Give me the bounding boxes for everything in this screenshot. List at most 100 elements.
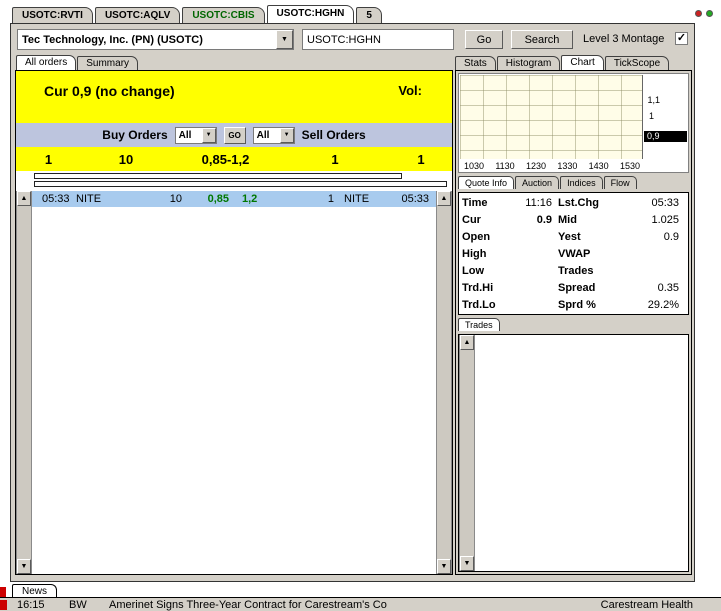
quote-label: Yest bbox=[558, 230, 581, 243]
level3-montage-label: Level 3 Montage bbox=[583, 33, 665, 45]
trades-list-body bbox=[475, 335, 688, 571]
summary-row: 1 10 0,85-1,2 1 1 bbox=[16, 147, 452, 171]
buy-order-size: 10 bbox=[169, 193, 182, 205]
sell-order-time: 05:33 bbox=[401, 193, 429, 205]
workspace-tab-rvti[interactable]: USOTC:RVTI bbox=[12, 7, 93, 23]
workspace-tab-aqlv[interactable]: USOTC:AQLV bbox=[94, 7, 181, 23]
workspace-tab-cbis[interactable]: USOTC:CBIS bbox=[182, 7, 265, 23]
symbol-input[interactable] bbox=[302, 29, 454, 50]
toolbar: Tec Technology, Inc. (PN) (USOTC) ▼ Go S… bbox=[17, 29, 688, 51]
quote-label: VWAP bbox=[558, 247, 591, 260]
news-ticker[interactable]: 16:15 BW Amerinet Signs Three-Year Contr… bbox=[0, 597, 721, 611]
bid-price: 0,85 bbox=[207, 193, 229, 205]
quote-label: Trades bbox=[558, 264, 594, 277]
tab-summary[interactable]: Summary bbox=[77, 56, 139, 70]
buy-order-count: 1 bbox=[44, 151, 53, 167]
scroll-down-icon[interactable]: ▼ bbox=[460, 556, 474, 571]
buy-market-maker: NITE bbox=[76, 193, 102, 205]
quote-label: Sprd % bbox=[558, 298, 596, 311]
trades-tabs: Trades bbox=[458, 318, 689, 331]
status-indicator-red-icon bbox=[695, 10, 702, 17]
sell-order-count: 1 bbox=[417, 151, 425, 167]
tab-flow[interactable]: Flow bbox=[603, 176, 637, 189]
tab-auction[interactable]: Auction bbox=[515, 176, 560, 189]
buy-pressure-bar bbox=[34, 173, 402, 179]
montage-window: Tec Technology, Inc. (PN) (USOTC) ▼ Go S… bbox=[10, 23, 695, 582]
quote-value: 0.35 bbox=[657, 281, 679, 294]
quote-row: Low Trades bbox=[459, 262, 688, 279]
go-button[interactable]: Go bbox=[465, 30, 503, 49]
scroll-up-icon[interactable]: ▲ bbox=[460, 335, 474, 350]
order-book: ▲ ▼ 05:33 NITE 10 0,85 1,2 1 NITE 05:33 bbox=[16, 191, 452, 574]
chart-x-tick: 1230 bbox=[525, 161, 547, 171]
sell-order-size: 1 bbox=[327, 193, 334, 205]
tab-histogram[interactable]: Histogram bbox=[496, 56, 561, 70]
quote-value: 29.2% bbox=[647, 298, 679, 311]
workspace-tab-hghn[interactable]: USOTC:HGHN bbox=[266, 5, 355, 23]
tab-news[interactable]: News bbox=[12, 584, 58, 598]
quote-value: 11:16 bbox=[525, 196, 552, 209]
scroll-up-icon[interactable]: ▲ bbox=[437, 191, 451, 206]
sell-orders-label: Sell Orders bbox=[301, 128, 366, 142]
symbol-combobox-value: Tec Technology, Inc. (PN) (USOTC) bbox=[22, 33, 203, 46]
scroll-down-icon[interactable]: ▼ bbox=[437, 559, 451, 574]
ask-price: 1,2 bbox=[242, 193, 258, 205]
news-time: 16:15 bbox=[17, 598, 45, 611]
intraday-chart: 1,1 1 0,9 1030 1130 1230 1330 1430 1530 bbox=[458, 73, 689, 173]
montage-tabs: All orders Summary bbox=[16, 55, 139, 70]
buy-order-side: 05:33 NITE 10 0,85 bbox=[32, 191, 234, 207]
tab-all-orders[interactable]: All orders bbox=[16, 55, 77, 70]
quote-info-table: Time 11:16 Lst.Chg 05:33 Cur 0.9 Mid 1.0… bbox=[458, 192, 689, 315]
sell-order-side: 1,2 1 NITE 05:33 bbox=[234, 191, 436, 207]
tab-quote-info[interactable]: Quote Info bbox=[458, 176, 515, 189]
sell-market-maker: NITE bbox=[344, 193, 370, 205]
sell-filter-value: All bbox=[256, 129, 270, 141]
right-view-tabs: Stats Histogram Chart TickScope bbox=[455, 55, 670, 70]
scroll-down-icon[interactable]: ▼ bbox=[17, 559, 31, 574]
quote-value: 0.9 bbox=[663, 230, 679, 243]
sell-side-scrollbar[interactable]: ▲ ▼ bbox=[436, 191, 452, 574]
level3-montage-checkbox[interactable]: ✓ bbox=[675, 32, 688, 45]
tab-indices[interactable]: Indices bbox=[560, 176, 603, 189]
quote-value: 0.9 bbox=[536, 213, 552, 226]
chevron-down-icon[interactable]: ▼ bbox=[276, 30, 293, 49]
news-item-marker-icon bbox=[0, 599, 7, 610]
montage-panel: Cur 0,9 (no change) Vol: Buy Orders All … bbox=[15, 70, 453, 575]
workspace-tab-5[interactable]: 5 bbox=[356, 7, 382, 23]
quote-info-tabs: Quote Info Auction Indices Flow bbox=[458, 176, 689, 189]
trades-scrollbar[interactable]: ▲ ▼ bbox=[459, 335, 475, 571]
quote-label: Cur bbox=[462, 213, 481, 226]
chart-x-tick: 1030 bbox=[464, 161, 485, 171]
quote-row: Cur 0.9 Mid 1.025 bbox=[459, 211, 688, 228]
workspace-tabstrip: USOTC:RVTI USOTC:AQLV USOTC:CBIS USOTC:H… bbox=[12, 5, 382, 23]
quote-panel: 1,1 1 0,9 1030 1130 1230 1330 1430 1530 … bbox=[455, 70, 692, 575]
scroll-up-icon[interactable]: ▲ bbox=[17, 191, 31, 206]
quote-row: Open Yest 0.9 bbox=[459, 228, 688, 245]
quote-value: 05:33 bbox=[651, 196, 679, 209]
tab-chart[interactable]: Chart bbox=[561, 55, 604, 70]
quote-row: Time 11:16 Lst.Chg 05:33 bbox=[459, 194, 688, 211]
chart-plot-area bbox=[460, 75, 643, 159]
buy-side-scrollbar[interactable]: ▲ ▼ bbox=[16, 191, 32, 574]
quote-label: Time bbox=[462, 196, 488, 209]
chart-x-tick: 1530 bbox=[619, 161, 640, 171]
tab-trades[interactable]: Trades bbox=[458, 318, 500, 331]
chart-x-tick: 1130 bbox=[495, 161, 515, 171]
quote-label: Lst.Chg bbox=[558, 196, 599, 209]
tab-tickscope[interactable]: TickScope bbox=[604, 56, 670, 70]
order-row[interactable]: 05:33 NITE 10 0,85 1,2 1 NITE 05:33 bbox=[32, 191, 436, 207]
symbol-combobox[interactable]: Tec Technology, Inc. (PN) (USOTC) ▼ bbox=[17, 29, 294, 50]
chevron-down-icon[interactable]: ▼ bbox=[201, 127, 216, 143]
chevron-down-icon[interactable]: ▼ bbox=[279, 127, 294, 143]
quote-label: Trd.Lo bbox=[462, 298, 496, 311]
news-headline[interactable]: Amerinet Signs Three-Year Contract for C… bbox=[109, 599, 601, 611]
quote-row: Trd.Hi Spread 0.35 bbox=[459, 279, 688, 296]
sell-filter-select[interactable]: All ▼ bbox=[252, 126, 295, 144]
sell-total-size: 1 bbox=[331, 151, 339, 167]
chart-y-tick: 1 bbox=[648, 111, 654, 121]
tab-stats[interactable]: Stats bbox=[455, 56, 496, 70]
filter-go-button[interactable]: GO bbox=[223, 126, 246, 144]
search-button[interactable]: Search bbox=[511, 30, 573, 49]
buy-filter-select[interactable]: All ▼ bbox=[174, 126, 217, 144]
news-alert-marker bbox=[0, 587, 6, 597]
